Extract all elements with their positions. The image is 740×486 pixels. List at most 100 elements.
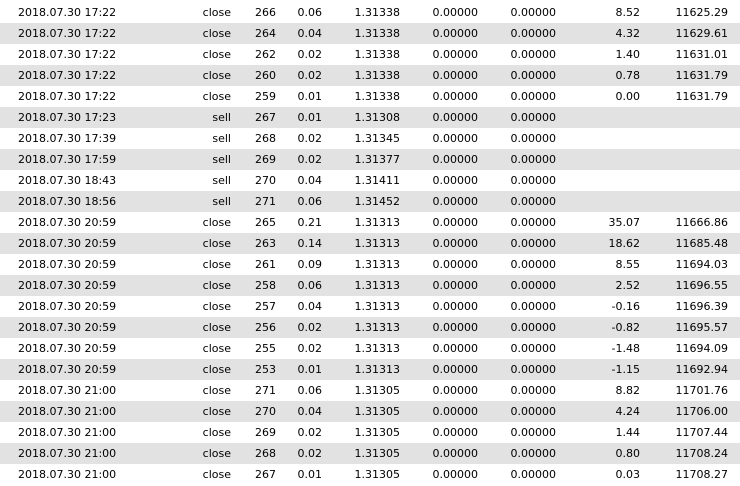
type-cell: close	[202, 300, 231, 313]
sl-cell: 0.00000	[432, 90, 479, 103]
order-cell: 261	[255, 258, 276, 271]
price-cell: 1.31305	[354, 405, 401, 418]
sl-cell: 0.00000	[432, 27, 479, 40]
balance-cell	[640, 191, 728, 212]
table-row[interactable]: 2018.07.30 17:22 close 260 0.02 1.31338 0.000…	[0, 65, 740, 86]
table-row[interactable]: 2018.07.30 17:23 sell 267 0.01 1.31308 0.0000…	[0, 107, 740, 128]
order-cell: 269	[255, 153, 276, 166]
tp-cell: 0.00000	[510, 342, 557, 355]
profit-cell: -0.16	[611, 300, 640, 313]
size-cell: 0.02	[297, 153, 323, 166]
order-cell: 267	[255, 468, 276, 481]
type-cell: sell	[212, 132, 231, 145]
table-row[interactable]: 2018.07.30 18:56 sell 271 0.06 1.31452 0.0000…	[0, 191, 740, 212]
table-row[interactable]: 2018.07.30 21:00 close 268 0.02 1.31305 0.000…	[0, 443, 740, 464]
profit-cell: 1.40	[615, 48, 641, 61]
table-row[interactable]: 2018.07.30 21:00 close 271 0.06 1.31305 0.000…	[0, 380, 740, 401]
table-row[interactable]: 2018.07.30 20:59 close 263 0.14 1.31313 0.000…	[0, 233, 740, 254]
tp-cell: 0.00000	[510, 300, 557, 313]
table-row[interactable]: 2018.07.30 17:39 sell 268 0.02 1.31345 0.0000…	[0, 128, 740, 149]
order-cell: 267	[255, 111, 276, 124]
size-cell: 0.01	[297, 90, 323, 103]
type-cell: close	[202, 48, 231, 61]
type-cell: sell	[212, 111, 231, 124]
sl-cell: 0.00000	[432, 153, 479, 166]
balance-cell: 11706.00	[675, 405, 729, 418]
size-cell: 0.04	[297, 405, 323, 418]
table-row[interactable]: 2018.07.30 17:22 close 266 0.06 1.31338 0.000…	[0, 2, 740, 23]
price-cell: 1.31338	[354, 69, 401, 82]
type-cell: close	[202, 216, 231, 229]
order-cell: 271	[255, 195, 276, 208]
time-cell: 2018.07.30 17:22	[18, 69, 117, 82]
size-cell: 0.02	[297, 132, 323, 145]
sl-cell: 0.00000	[432, 132, 479, 145]
sl-cell: 0.00000	[432, 363, 479, 376]
type-cell: close	[202, 237, 231, 250]
table-row[interactable]: 2018.07.30 20:59 close 255 0.02 1.31313 0.000…	[0, 338, 740, 359]
order-cell: 269	[255, 426, 276, 439]
size-cell: 0.06	[297, 6, 323, 19]
table-row[interactable]: 2018.07.30 17:22 close 262 0.02 1.31338 0.000…	[0, 44, 740, 65]
table-row[interactable]: 2018.07.30 20:59 close 257 0.04 1.31313 0.000…	[0, 296, 740, 317]
table-row[interactable]: 2018.07.30 17:22 close 264 0.04 1.31338 0.000…	[0, 23, 740, 44]
table-row[interactable]: 2018.07.30 21:00 close 267 0.01 1.31305 0.000…	[0, 464, 740, 485]
type-cell: close	[202, 69, 231, 82]
table-row[interactable]: 2018.07.30 20:59 close 256 0.02 1.31313 0.000…	[0, 317, 740, 338]
size-cell: 0.06	[297, 279, 323, 292]
balance-cell: 11685.48	[675, 237, 729, 250]
time-cell: 2018.07.30 21:00	[18, 447, 117, 460]
tp-cell: 0.00000	[510, 321, 557, 334]
size-cell: 0.06	[297, 384, 323, 397]
tp-cell: 0.00000	[510, 90, 557, 103]
table-row[interactable]: 2018.07.30 21:00 close 269 0.02 1.31305 0.000…	[0, 422, 740, 443]
time-cell: 2018.07.30 18:43	[18, 174, 117, 187]
table-row[interactable]: 2018.07.30 20:59 close 261 0.09 1.31313 0.000…	[0, 254, 740, 275]
balance-cell: 11629.61	[675, 27, 729, 40]
profit-cell	[556, 170, 640, 191]
time-cell: 2018.07.30 17:23	[18, 111, 117, 124]
profit-cell: 4.32	[615, 27, 641, 40]
size-cell: 0.06	[297, 195, 323, 208]
tp-cell: 0.00000	[510, 447, 557, 460]
profit-cell: 8.55	[615, 258, 641, 271]
price-cell: 1.31313	[354, 237, 401, 250]
table-row[interactable]: 2018.07.30 21:00 close 270 0.04 1.31305 0.000…	[0, 401, 740, 422]
sl-cell: 0.00000	[432, 195, 479, 208]
balance-cell	[640, 128, 728, 149]
table-row[interactable]: 2018.07.30 17:22 close 259 0.01 1.31338 0.000…	[0, 86, 740, 107]
size-cell: 0.02	[297, 321, 323, 334]
price-cell: 1.31345	[354, 132, 401, 145]
table-row[interactable]: 2018.07.30 17:59 sell 269 0.02 1.31377 0.0000…	[0, 149, 740, 170]
time-cell: 2018.07.30 17:22	[18, 48, 117, 61]
order-cell: 256	[255, 321, 276, 334]
order-cell: 265	[255, 216, 276, 229]
table-row[interactable]: 2018.07.30 20:59 close 265 0.21 1.31313 0.000…	[0, 212, 740, 233]
tp-cell: 0.00000	[510, 279, 557, 292]
balance-cell: 11708.24	[675, 447, 729, 460]
time-cell: 2018.07.30 20:59	[18, 237, 117, 250]
tp-cell: 0.00000	[510, 111, 557, 124]
profit-cell: 35.07	[608, 216, 641, 229]
price-cell: 1.31313	[354, 321, 401, 334]
balance-cell: 11692.94	[675, 363, 729, 376]
balance-cell: 11666.86	[675, 216, 729, 229]
size-cell: 0.21	[297, 216, 323, 229]
balance-cell: 11696.55	[675, 279, 729, 292]
size-cell: 0.01	[297, 111, 323, 124]
table-row[interactable]: 2018.07.30 18:43 sell 270 0.04 1.31411 0.0000…	[0, 170, 740, 191]
type-cell: sell	[212, 153, 231, 166]
profit-cell: 18.62	[608, 237, 641, 250]
tp-cell: 0.00000	[510, 216, 557, 229]
time-cell: 2018.07.30 17:22	[18, 6, 117, 19]
time-cell: 2018.07.30 21:00	[18, 405, 117, 418]
profit-cell	[556, 149, 640, 170]
size-cell: 0.09	[297, 258, 323, 271]
table-row[interactable]: 2018.07.30 20:59 close 258 0.06 1.31313 0.000…	[0, 275, 740, 296]
tp-cell: 0.00000	[510, 69, 557, 82]
time-cell: 2018.07.30 21:00	[18, 426, 117, 439]
table-row[interactable]: 2018.07.30 20:59 close 253 0.01 1.31313 0.000…	[0, 359, 740, 380]
size-cell: 0.04	[297, 300, 323, 313]
time-cell: 2018.07.30 21:00	[18, 384, 117, 397]
sl-cell: 0.00000	[432, 426, 479, 439]
